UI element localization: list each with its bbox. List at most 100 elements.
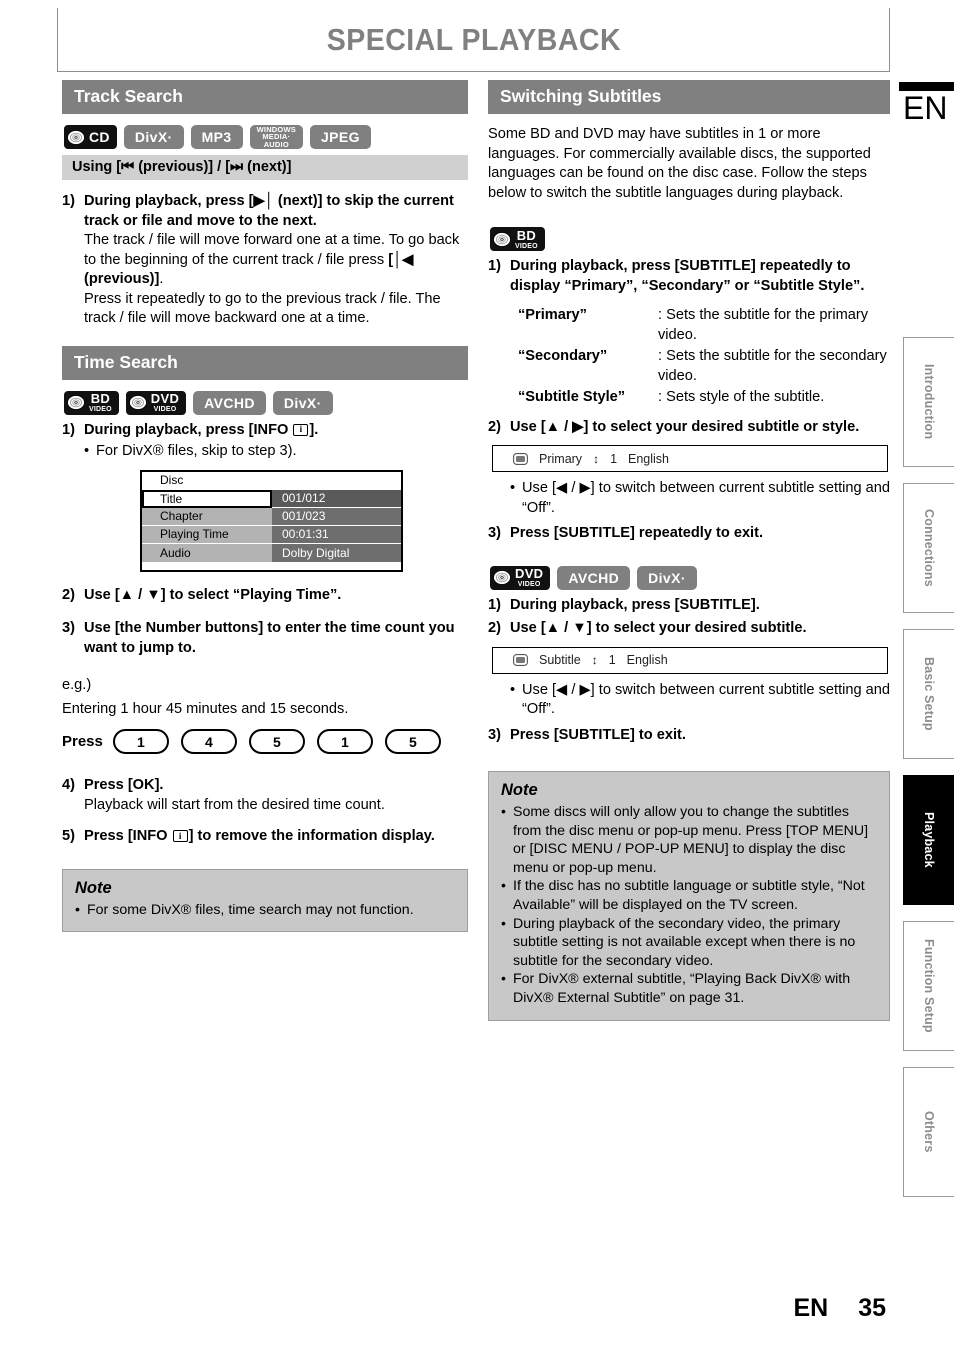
step-title-a: Press [INFO (84, 828, 172, 844)
step-title: Press [SUBTITLE] repeatedly to exit. (510, 525, 764, 541)
number-button-4[interactable]: 4 (180, 729, 237, 754)
step-number: 4) (62, 777, 75, 793)
number-button-1b[interactable]: 1 (316, 729, 373, 754)
bullet-text: Use [◀ / ▶] to switch between current su… (522, 681, 891, 718)
badge-label: DVD (150, 391, 180, 406)
badge-mp3: MP3 (190, 125, 243, 149)
step-title: Use [▲ / ▶] to select your desired subti… (510, 418, 860, 435)
page-footer: EN 35 (0, 1294, 954, 1323)
definition-term: “Primary” (518, 307, 587, 323)
side-tab-label: Playback (922, 812, 936, 868)
side-tab-label: Others (922, 1111, 936, 1153)
step-number: 3) (488, 525, 501, 541)
section-heading-track-search: Track Search (62, 80, 468, 114)
badge-jpeg: JPEG (309, 125, 371, 149)
badge-sublabel: VIDEO (517, 581, 541, 588)
table-row[interactable]: Playing Time 00:01:31 (142, 525, 401, 544)
step-number: 1) (488, 258, 501, 274)
page-header: SPECIAL PLAYBACK (57, 8, 890, 72)
osd-subtitle-bar-subtitle[interactable]: Subtitle ↕ 1 English (492, 646, 888, 674)
note-title: Note (501, 781, 538, 799)
time-search-steps-3: 4) Press [OK]. Playback will start from … (62, 776, 468, 847)
badge-label: BD (90, 391, 111, 406)
step-title-b: ] to remove the information display. (188, 828, 435, 844)
note-item-text: If the disc has no subtitle language or … (513, 878, 865, 913)
page-number: 35 (858, 1294, 886, 1322)
step-number: 1) (62, 193, 75, 209)
table-row[interactable]: Title 001/012 (142, 489, 401, 508)
step-number: 2) (62, 586, 75, 603)
note-box-time-search: Note • For some DivX® files, time search… (62, 868, 468, 933)
sidebar-item-connections[interactable]: Connections (903, 483, 954, 613)
step-body: Playback will start from the desired tim… (84, 796, 385, 813)
step-number: 2) (488, 418, 501, 435)
bullet-dot: • (501, 804, 506, 820)
number-button-5[interactable]: 5 (248, 729, 305, 754)
step-body-c: . (159, 271, 164, 287)
badge-divx: DivX· (272, 390, 333, 415)
badge-cd: CD (64, 125, 117, 149)
sidebar-item-basic-setup[interactable]: Basic Setup (903, 629, 954, 759)
table-row[interactable]: Audio Dolby Digital (142, 543, 401, 562)
language-code: EN (903, 90, 948, 126)
osd-subtitle-bar-primary[interactable]: Primary ↕ 1 English (492, 445, 888, 472)
side-tab-label: Function Setup (922, 939, 936, 1033)
step-bullet: • Use [◀ / ▶] to switch between current … (510, 479, 890, 518)
definition-desc: : Sets the subtitle for the secondary vi… (658, 348, 887, 384)
sidebar-item-function-setup[interactable]: Function Setup (903, 921, 954, 1051)
note-item-text: During playback of the secondary video, … (513, 915, 856, 969)
table-cell-label: Chapter (142, 507, 272, 526)
table-cell-value: 00:01:31 (272, 525, 401, 544)
bullet-dot: • (501, 915, 506, 932)
badge-divx: DivX· (637, 565, 697, 590)
right-column: Switching Subtitles Some BD and DVD may … (488, 80, 890, 1021)
bullet-dot: • (75, 901, 80, 918)
side-tab-label: Connections (922, 509, 936, 587)
step-body-d: Press it repeatedly to go to the previou… (84, 290, 441, 327)
definition-row-secondary: “Secondary” : Sets the subtitle for the … (518, 347, 890, 386)
bullet-dot: • (501, 971, 506, 988)
step-item: 3) Press [SUBTITLE] repeatedly to exit. (488, 524, 890, 544)
osd-index: 1 (610, 451, 618, 466)
badge-sublabel: VIDEO (153, 406, 177, 413)
number-button-5b[interactable]: 5 (384, 729, 441, 754)
step-title: Use [the Number buttons] to enter the ti… (84, 620, 455, 656)
sidebar-item-playback[interactable]: Playback (903, 775, 954, 905)
note-box-subtitles: Note • Some discs will only allow you to… (488, 771, 890, 1021)
table-row[interactable]: Chapter 001/023 (142, 507, 401, 526)
info-key-icon: i (293, 423, 309, 436)
subtitle-display-icon (513, 654, 528, 666)
note-item-text: For some DivX® files, time search may no… (87, 901, 414, 918)
step-item: 5) Press [INFO i] to remove the informat… (62, 827, 468, 847)
left-column: Track Search CD DivX· MP3 WINDOWS MEDIA· (62, 80, 468, 933)
note-item: • For DivX® external subtitle, “Playing … (501, 970, 877, 1007)
media-badges-dvd: DVD VIDEO AVCHD DivX· (490, 565, 890, 590)
disc-icon (493, 231, 513, 247)
number-button-1[interactable]: 1 (112, 729, 169, 754)
osd-label: Subtitle (539, 653, 581, 667)
step-title: Press [SUBTITLE] to exit. (510, 726, 686, 743)
table-cell-value: Dolby Digital (272, 543, 401, 562)
step-number: 1) (488, 596, 501, 613)
updown-arrow-icon: ↕ (591, 653, 598, 667)
step-number: 2) (488, 620, 501, 636)
section-intro-text: Some BD and DVD may have subtitles in 1 … (488, 126, 871, 201)
badge-wma: WINDOWS MEDIA· AUDIO (249, 125, 303, 149)
updown-arrow-icon: ↕ (593, 451, 600, 466)
definition-term: “Subtitle Style” (518, 389, 626, 405)
subtitle-mode-definitions: “Primary” : Sets the subtitle for the pr… (518, 306, 890, 408)
note-item: • Some discs will only allow you to chan… (501, 803, 877, 877)
badge-label: BD (516, 227, 537, 243)
step-bullet: • For DivX® files, skip to step 3). (84, 442, 468, 462)
manual-page: SPECIAL PLAYBACK EN Introduction Connect… (0, 0, 954, 1348)
table-row-disc: Disc (142, 471, 401, 490)
sidebar-item-introduction[interactable]: Introduction (903, 337, 954, 467)
step-title: Press [OK]. (84, 777, 164, 793)
table-cell-value: 001/012 (272, 489, 401, 508)
disc-icon (128, 395, 149, 410)
subheading-using-prev-next: Using [⏮ (previous)] / [⏭ (next)] (62, 155, 468, 180)
example-text: Entering 1 hour 45 minutes and 15 second… (62, 700, 349, 717)
step-title-b: ]. (309, 421, 319, 438)
sidebar-item-others[interactable]: Others (903, 1067, 954, 1197)
step-item: 2) Use [▲ / ▼] to select your desired su… (488, 619, 890, 639)
